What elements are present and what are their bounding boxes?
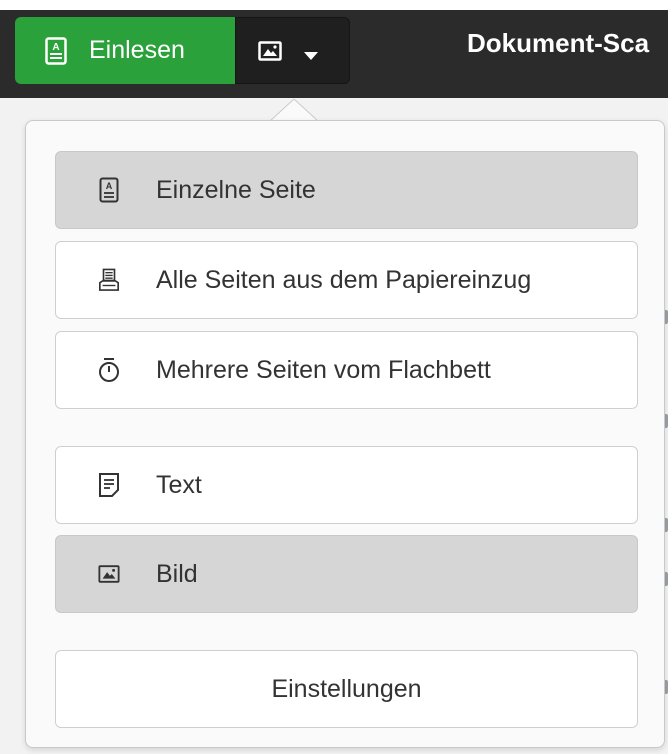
header-bar: A Einlesen Dokument-Sca — [0, 0, 668, 98]
preferences-button[interactable]: Einstellungen — [55, 650, 638, 728]
preferences-label: Einstellungen — [271, 674, 422, 703]
image-icon — [258, 40, 282, 61]
image-icon — [98, 560, 120, 588]
menu-item-label: Text — [156, 470, 202, 499]
menu-item-label: Mehrere Seiten vom Flachbett — [156, 355, 491, 384]
menu-item-label: Bild — [156, 559, 198, 588]
header-top-strip — [0, 0, 668, 10]
menu-item-all-pages-feeder[interactable]: Alle Seiten aus dem Papiereinzug — [55, 241, 638, 319]
window-title: Dokument-Sca — [467, 28, 650, 58]
svg-text:A: A — [52, 42, 59, 53]
single-page-icon: A — [45, 36, 67, 65]
text-document-icon — [98, 471, 120, 499]
menu-item-label: Alle Seiten aus dem Papiereinzug — [156, 265, 532, 294]
scan-button[interactable]: A Einlesen — [15, 17, 235, 84]
scan-type-dropdown[interactable] — [235, 17, 350, 84]
simple-scan-window: A Einlesen Dokument-Sca A Einzelne Seite… — [0, 0, 668, 754]
chevron-down-icon — [304, 47, 318, 60]
feeder-icon — [98, 266, 120, 294]
menu-item-text-mode[interactable]: Text — [55, 446, 638, 524]
scan-button-label: Einlesen — [89, 36, 185, 64]
svg-text:A: A — [106, 181, 113, 191]
single-page-icon: A — [98, 176, 120, 204]
menu-item-single-page[interactable]: A Einzelne Seite — [55, 151, 638, 229]
menu-item-label: Einzelne Seite — [156, 175, 316, 204]
popover-arrow — [270, 98, 318, 122]
timer-icon — [98, 356, 120, 384]
menu-item-image-mode[interactable]: Bild — [55, 535, 638, 613]
menu-item-multiple-flatbed[interactable]: Mehrere Seiten vom Flachbett — [55, 331, 638, 409]
